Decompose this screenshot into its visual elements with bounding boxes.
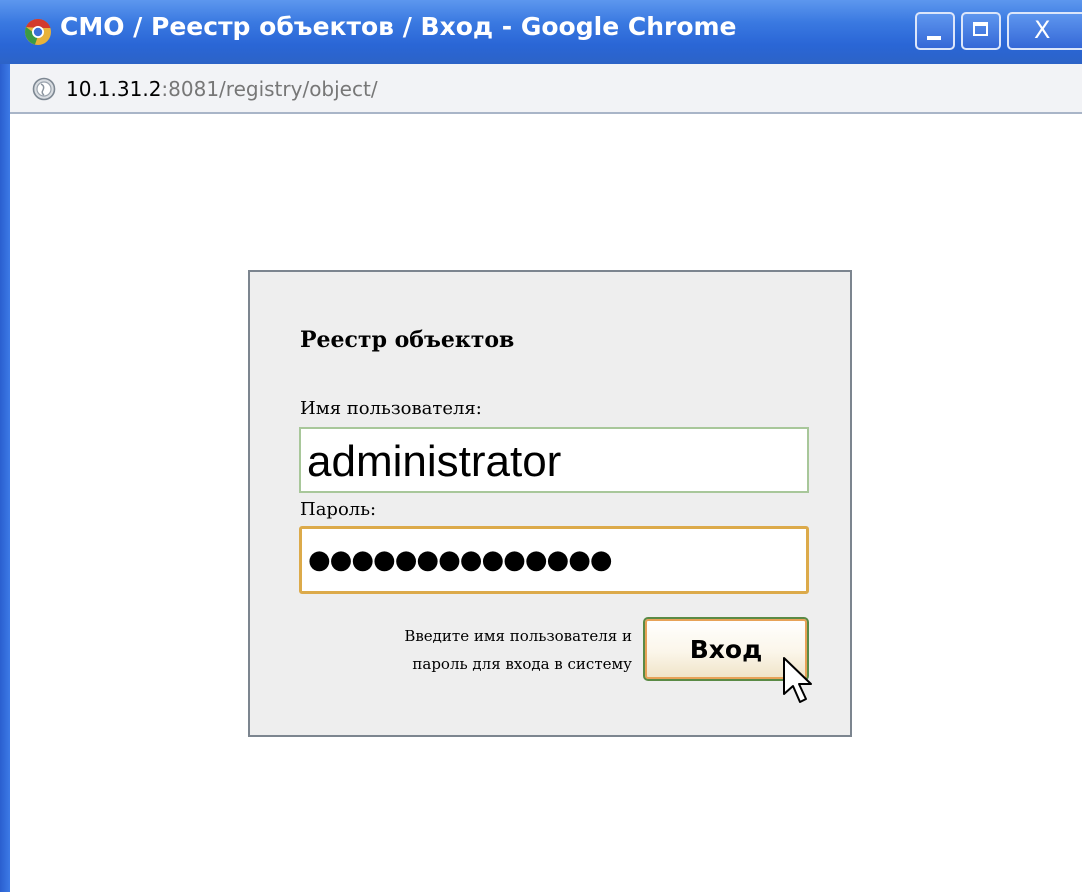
window-frame-left <box>0 64 10 892</box>
password-label: Пароль: <box>300 499 377 520</box>
close-icon: X <box>1034 16 1051 44</box>
url-host: 10.1.31.2 <box>66 77 162 101</box>
maximize-button[interactable] <box>961 12 1001 50</box>
mouse-pointer-icon <box>783 657 812 703</box>
username-input[interactable] <box>299 427 809 493</box>
minimize-button[interactable] <box>915 12 955 50</box>
title-bar[interactable]: СМО / Реестр объектов / Вход - Google Ch… <box>0 0 1082 64</box>
address-bar[interactable]: 10.1.31.2:8081/registry/object/ <box>0 64 1082 114</box>
browser-window: СМО / Реестр объектов / Вход - Google Ch… <box>0 0 1082 892</box>
globe-icon <box>32 77 56 101</box>
close-button[interactable]: X <box>1007 12 1082 50</box>
hint-line-2: пароль для входа в систему <box>412 655 632 673</box>
url-path: :8081/registry/object/ <box>161 77 378 101</box>
url-text[interactable]: 10.1.31.2:8081/registry/object/ <box>66 77 378 101</box>
panel-title: Реестр объектов <box>300 327 515 353</box>
maximize-icon <box>973 22 988 36</box>
login-hint: Введите имя пользователя и пароль для вх… <box>348 622 632 678</box>
chrome-logo-icon <box>25 18 51 45</box>
password-input[interactable]: ●●●●●●●●●●●●●● <box>299 526 809 594</box>
window-title: СМО / Реестр объектов / Вход - Google Ch… <box>60 12 737 41</box>
username-label: Имя пользователя: <box>300 398 482 419</box>
minimize-icon <box>927 36 941 40</box>
hint-line-1: Введите имя пользователя и <box>404 627 632 645</box>
